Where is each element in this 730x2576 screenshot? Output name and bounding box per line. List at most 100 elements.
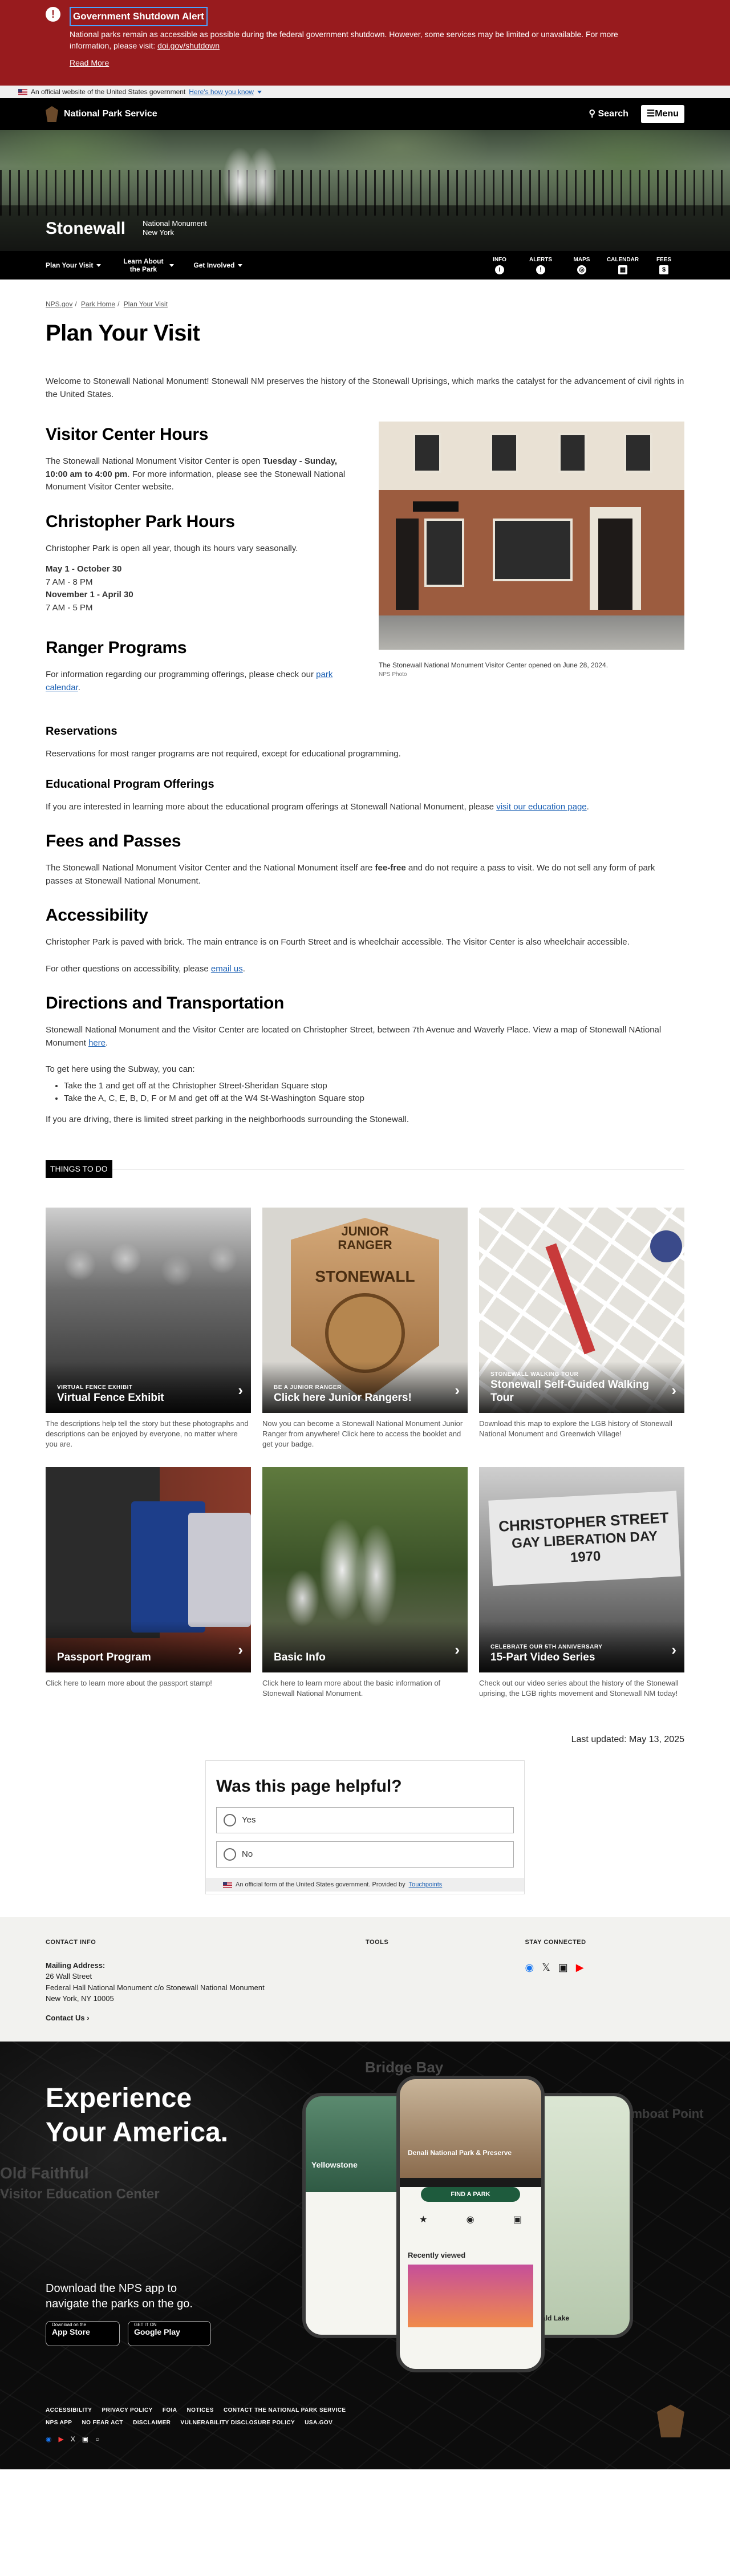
card-description: Now you can become a Stonewall National … xyxy=(262,1419,463,1449)
footer-social: STAY CONNECTED ◉ 𝕏 ▣ ▶ xyxy=(525,1938,685,2042)
accessibility-link[interactable]: ACCESSIBILITY xyxy=(46,2407,92,2413)
card-image[interactable]: Basic Info › xyxy=(262,1467,468,1672)
menu-button[interactable]: ☰Menu xyxy=(640,105,684,123)
accessibility-section: Accessibility Christopher Park is paved … xyxy=(46,902,684,975)
quick-maps[interactable]: MAPS ◎ xyxy=(561,257,602,274)
park-hours-heading: Christopher Park Hours xyxy=(46,512,235,531)
quick-calendar[interactable]: CALENDAR ▦ xyxy=(602,257,643,274)
park-hours-season1: May 1 - October 30 xyxy=(46,564,122,574)
alert-shutdown-link[interactable]: doi.gov/shutdown xyxy=(157,41,220,50)
nps-arrowhead-logo[interactable] xyxy=(46,106,58,122)
instagram-icon[interactable]: ▣ xyxy=(82,2434,88,2444)
radio-button[interactable] xyxy=(224,1848,236,1861)
quick-fees[interactable]: FEES $ xyxy=(643,257,684,274)
directions-section: Directions and Transportation Stonewall … xyxy=(46,990,684,1126)
subway-item: Take the 1 and get off at the Christophe… xyxy=(64,1080,684,1093)
visitor-center-photo xyxy=(379,422,684,650)
gov-banner-link[interactable]: Here's how you know xyxy=(189,87,254,97)
ranger-programs-text: For information regarding our programmin… xyxy=(46,670,333,692)
x-icon[interactable]: X xyxy=(71,2434,75,2444)
alert-read-more-link[interactable]: Read More xyxy=(70,57,109,69)
nav-get-involved[interactable]: Get Involved xyxy=(193,260,243,270)
app-store-button[interactable]: Download on the App Store xyxy=(46,2321,120,2347)
breadcrumb-park-home[interactable]: Park Home xyxy=(81,300,115,308)
youtube-icon[interactable]: ▶ xyxy=(576,1960,584,1975)
card-walking-tour[interactable]: STONEWALL WALKING TOUR Stonewall Self-Gui… xyxy=(479,1208,684,1450)
notices-link[interactable]: NOTICES xyxy=(187,2407,214,2413)
nps-name[interactable]: National Park Service xyxy=(64,107,157,121)
things-to-do-label: THINGS TO DO xyxy=(46,1160,112,1178)
google-play-button[interactable]: GET IT ON Google Play xyxy=(128,2321,211,2347)
card-video-series[interactable]: CHRISTOPHER STREET GAY LIBERATION DAY 19… xyxy=(479,1467,684,1699)
visitor-center-heading: Visitor Center Hours xyxy=(46,425,209,444)
card-image[interactable]: JUNIOR RANGER STONEWALL BE A JUNIOR RANGE… xyxy=(262,1208,468,1413)
education-page-link[interactable]: visit our education page xyxy=(496,802,586,812)
park-hours-text: Christopher Park is open all year, thoug… xyxy=(46,543,298,553)
chevron-right-icon: › xyxy=(671,1382,676,1399)
card-kicker: BE A JUNIOR RANGER xyxy=(274,1384,342,1391)
accessibility-heading: Accessibility xyxy=(46,906,148,925)
youtube-icon[interactable]: ▶ xyxy=(58,2434,63,2444)
promo-title: Experience Your America. xyxy=(46,2083,229,2148)
quick-alerts[interactable]: ALERTS! xyxy=(520,257,561,274)
breadcrumb-nps[interactable]: NPS.gov xyxy=(46,300,72,308)
feedback-no-option[interactable]: No xyxy=(216,1841,514,1868)
quick-label: ALERTS xyxy=(529,256,552,263)
flickr-icon[interactable]: ○ xyxy=(95,2434,99,2444)
address-line: 26 Wall Street xyxy=(46,1972,92,1981)
chevron-right-icon: › xyxy=(671,1641,676,1658)
usa-gov-link[interactable]: USA.GOV xyxy=(305,2420,332,2426)
tools-heading: TOOLS xyxy=(365,1939,389,1946)
nav-label: Learn About the Park xyxy=(123,257,164,273)
alert-title[interactable]: Government Shutdown Alert xyxy=(70,7,208,26)
footer-contact: CONTACT INFO Mailing Address: 26 Wall St… xyxy=(46,1938,366,2042)
radio-button[interactable] xyxy=(224,1813,236,1826)
facebook-icon[interactable]: ◉ xyxy=(46,2434,51,2444)
instagram-icon[interactable]: ▣ xyxy=(558,1960,568,1975)
park-name[interactable]: Stonewall xyxy=(46,216,125,241)
search-button[interactable]: ⚲ Search xyxy=(589,107,628,121)
disclaimer-link[interactable]: DISCLAIMER xyxy=(133,2420,171,2426)
x-icon[interactable]: 𝕏 xyxy=(542,1960,550,1975)
feedback-title: Was this page helpful? xyxy=(216,1776,402,1796)
card-basic-info[interactable]: Basic Info › Click here to learn more ab… xyxy=(262,1467,468,1699)
quick-info[interactable]: INFO i xyxy=(479,257,520,274)
last-updated: Last updated: May 13, 2025 xyxy=(571,1734,684,1744)
card-virtual-fence-exhibit[interactable]: VIRTUAL FENCE EXHIBIT Virtual Fence Exhib… xyxy=(46,1208,251,1450)
card-kicker: VIRTUAL FENCE EXHIBIT xyxy=(57,1384,133,1391)
touchpoints-link[interactable]: Touchpoints xyxy=(409,1880,443,1890)
footer-tools: TOOLS xyxy=(366,1938,525,2042)
card-description: Check out our video series about the his… xyxy=(479,1678,679,1698)
card-image[interactable]: CHRISTOPHER STREET GAY LIBERATION DAY 19… xyxy=(479,1467,684,1672)
map-here-link[interactable]: here xyxy=(88,1038,106,1048)
nps-app-link[interactable]: NPS APP xyxy=(46,2420,72,2426)
feedback-yes-option[interactable]: Yes xyxy=(216,1807,514,1833)
nav-plan-your-visit[interactable]: Plan Your Visit xyxy=(46,260,102,270)
breadcrumb-plan-your-visit[interactable]: Plan Your Visit xyxy=(124,300,168,308)
quick-links: INFO i ALERTS! MAPS ◎ CALENDAR ▦ FEES $ xyxy=(479,257,684,274)
card-image[interactable]: STONEWALL WALKING TOUR Stonewall Self-Gui… xyxy=(479,1208,684,1413)
chevron-right-icon: › xyxy=(238,1382,243,1399)
fees-section: Fees and Passes The Stonewall National M… xyxy=(46,828,684,888)
contact-us-link[interactable]: Contact Us › xyxy=(46,2012,366,2024)
caret-down-icon xyxy=(238,264,243,267)
bottom-social-icons: ◉ ▶ X ▣ ○ xyxy=(46,2434,99,2444)
privacy-policy-link[interactable]: PRIVACY POLICY xyxy=(102,2407,153,2413)
education-text: If you are interested in learning more a… xyxy=(46,801,589,812)
alert-icon: ! xyxy=(536,265,545,274)
park-designation: National Monument New York xyxy=(143,219,207,238)
facebook-icon[interactable]: ◉ xyxy=(525,1960,534,1975)
card-image[interactable]: VIRTUAL FENCE EXHIBIT Virtual Fence Exhib… xyxy=(46,1208,251,1413)
contact-nps-link[interactable]: CONTACT THE NATIONAL PARK SERVICE xyxy=(224,2407,346,2413)
visitor-center-text: The Stonewall National Monument Visitor … xyxy=(46,456,346,492)
no-fear-act-link[interactable]: NO FEAR ACT xyxy=(82,2420,123,2426)
contact-heading: CONTACT INFO xyxy=(46,1939,96,1946)
card-junior-rangers[interactable]: JUNIOR RANGER STONEWALL BE A JUNIOR RANGE… xyxy=(262,1208,468,1450)
foia-link[interactable]: FOIA xyxy=(163,2407,177,2413)
vulnerability-policy-link[interactable]: VULNERABILITY DISCLOSURE POLICY xyxy=(181,2420,295,2426)
card-passport-program[interactable]: Passport Program › Click here to learn m… xyxy=(46,1467,251,1699)
card-image[interactable]: Passport Program › xyxy=(46,1467,251,1672)
nav-learn-about-the-park[interactable]: Learn About the Park xyxy=(120,257,175,274)
email-us-link[interactable]: email us xyxy=(211,964,243,974)
promo-subtitle: Download the NPS app to navigate the par… xyxy=(46,2282,193,2311)
